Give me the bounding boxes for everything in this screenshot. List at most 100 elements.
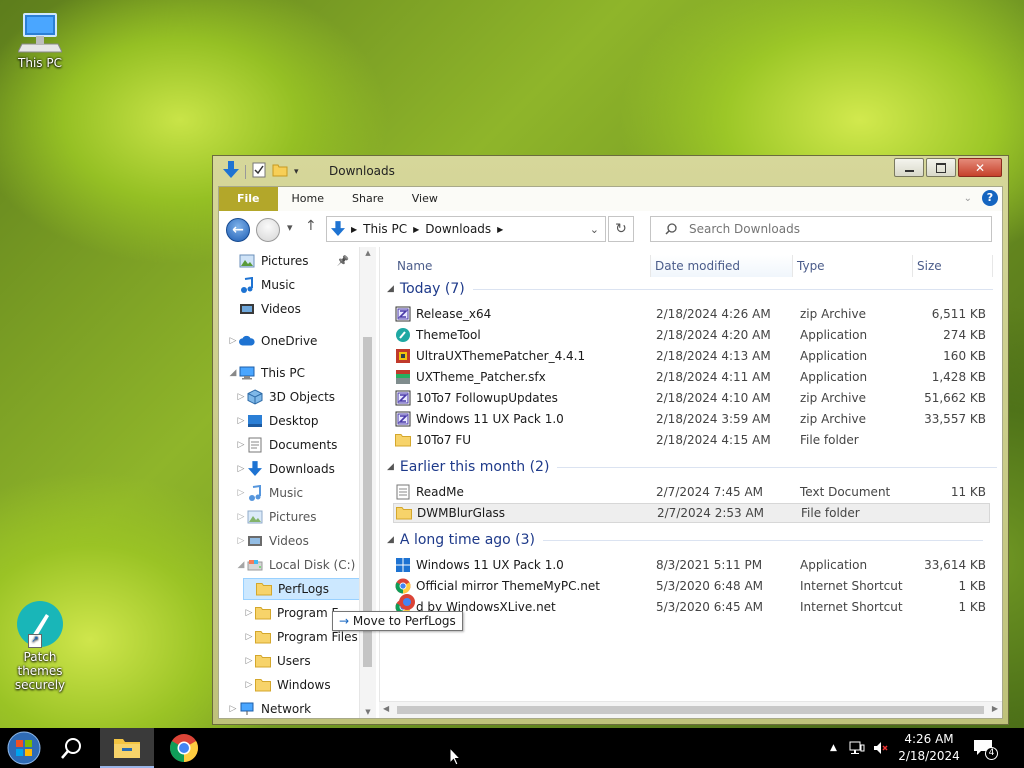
expand-arrow-icon[interactable]: ▷ [243, 608, 255, 618]
column-header-date-modified[interactable]: Date modified [651, 255, 793, 277]
file-row[interactable]: Release_x64 2/18/2024 4:26 AM zip Archive 6… [393, 304, 990, 324]
nav-item-downloads[interactable]: ▷ Downloads [235, 458, 335, 480]
expand-arrow-icon[interactable]: ▷ [235, 488, 247, 498]
file-row[interactable]: ThemeTool 2/18/2024 4:20 AM Application 274… [393, 325, 990, 345]
qat-dropdown-icon[interactable]: ▾ [294, 167, 299, 177]
address-dropdown-icon[interactable]: ⌄ [590, 223, 599, 236]
nav-item-pictures[interactable]: Pictures 📌 [227, 250, 349, 272]
search-input[interactable] [687, 221, 991, 237]
clock[interactable]: 4:26 AM 2/18/2024 [890, 731, 968, 765]
start-button[interactable] [4, 728, 44, 768]
expand-arrow-icon[interactable]: ▷ [243, 680, 255, 690]
file-explorer-taskbar-button[interactable] [100, 728, 154, 768]
expand-arrow-icon[interactable]: ▷ [227, 336, 239, 346]
nav-item-local-disk-c[interactable]: ◢ Local Disk (C:) [235, 554, 356, 576]
file-row[interactable]: Windows 11 UX Pack 1.0 8/3/2021 5:11 PM Ap… [393, 555, 990, 575]
breadcrumb-separator-icon[interactable]: ▶ [413, 225, 419, 234]
file-row[interactable]: Windows 11 UX Pack 1.0 2/18/2024 3:59 AM z… [393, 409, 990, 429]
desktop-icon-this-pc[interactable]: This PC [0, 10, 80, 70]
expand-arrow-icon[interactable]: ▷ [235, 392, 247, 402]
recent-locations-icon[interactable]: ▾ [287, 221, 293, 234]
search-taskbar-button[interactable] [52, 728, 92, 768]
up-arrow-icon[interactable]: ↑ [305, 218, 317, 234]
breadcrumb-downloads[interactable]: Downloads [425, 222, 491, 236]
column-header-name[interactable]: Name [393, 255, 651, 277]
nav-item-videos[interactable]: ▷ Videos [235, 530, 309, 552]
close-button[interactable]: ✕ [958, 158, 1002, 177]
network-icon[interactable] [849, 741, 865, 755]
nav-item-pictures[interactable]: ▷ Pictures [235, 506, 317, 528]
nav-item-music[interactable]: Music [227, 274, 295, 296]
nav-item-onedrive[interactable]: ▷ OneDrive [227, 330, 318, 352]
tab-share[interactable]: Share [338, 187, 398, 211]
help-icon[interactable]: ? [982, 190, 998, 206]
collapse-arrow-icon[interactable]: ◢ [227, 368, 239, 378]
file-row[interactable]: d by WindowsXLive.net 5/3/2020 6:45 AM Int… [393, 597, 990, 617]
scroll-right-icon[interactable]: ▶ [992, 704, 998, 713]
horizontal-scrollbar[interactable]: ◀ ▶ [379, 701, 1002, 718]
file-row[interactable]: ReadMe 2/7/2024 7:45 AM Text Document 11 KB [393, 482, 990, 502]
forward-button[interactable] [256, 218, 280, 242]
breadcrumb-separator-icon[interactable]: ▶ [497, 225, 503, 234]
scroll-down-icon[interactable]: ▼ [360, 708, 376, 716]
file-row[interactable]: 10To7 FU 2/18/2024 4:15 AM File folder [393, 430, 990, 450]
properties-icon[interactable] [252, 162, 266, 181]
title-bar[interactable]: ▾ Downloads ✕ [213, 156, 1008, 186]
group-header[interactable]: ◢ Earlier this month (2) [387, 457, 998, 477]
tab-view[interactable]: View [398, 187, 452, 211]
nav-item-desktop[interactable]: ▷ Desktop [235, 410, 319, 432]
nav-item-documents[interactable]: ▷ Documents [235, 434, 337, 456]
expand-arrow-icon[interactable]: ▷ [235, 416, 247, 426]
column-header-type[interactable]: Type [793, 255, 913, 277]
expand-arrow-icon[interactable]: ▷ [235, 536, 247, 546]
expand-arrow-icon[interactable]: ▷ [235, 440, 247, 450]
collapse-group-icon[interactable]: ◢ [387, 284, 394, 294]
scroll-up-icon[interactable]: ▲ [360, 249, 376, 257]
address-bar[interactable]: ▶ This PC ▶ Downloads ▶ ⌄ [326, 216, 606, 242]
nav-item-music[interactable]: ▷ Music [235, 482, 303, 504]
breadcrumb-this-pc[interactable]: This PC [363, 222, 407, 236]
column-header-size[interactable]: Size [913, 255, 993, 277]
expand-ribbon-icon[interactable]: ⌄ [964, 193, 972, 204]
group-header[interactable]: ◢ Today (7) [387, 279, 993, 299]
back-button[interactable]: ← [226, 218, 250, 242]
expand-arrow-icon[interactable]: ▷ [227, 704, 239, 714]
expand-arrow-icon[interactable]: ▷ [235, 464, 247, 474]
show-hidden-icons-icon[interactable]: ▲ [830, 743, 837, 753]
download-arrow-icon[interactable] [223, 161, 239, 182]
scroll-thumb[interactable] [397, 706, 984, 714]
minimize-button[interactable] [894, 158, 924, 177]
expand-arrow-icon[interactable]: ▷ [235, 512, 247, 522]
file-row[interactable]: Official mirror ThemeMyPC.net 5/3/2020 6:… [393, 576, 990, 596]
expand-arrow-icon[interactable]: ▷ [243, 656, 255, 666]
nav-pane-scrollbar[interactable]: ▲ ▼ [359, 247, 376, 718]
file-row[interactable]: UXTheme_Patcher.sfx 2/18/2024 4:11 AM Appl… [393, 367, 990, 387]
tab-file[interactable]: File [219, 187, 278, 211]
desktop-icon-patch-themes[interactable]: ↗ Patch themes securely [0, 600, 80, 692]
nav-item-this-pc[interactable]: ◢ This PC [227, 362, 305, 384]
nav-item-users[interactable]: ▷ Users [243, 650, 311, 672]
collapse-group-icon[interactable]: ◢ [387, 535, 394, 545]
group-header[interactable]: ◢ A long time ago (3) [387, 530, 984, 550]
file-row[interactable]: 10To7 FollowupUpdates 2/18/2024 4:10 AM zi… [393, 388, 990, 408]
new-folder-icon[interactable] [272, 162, 288, 181]
collapse-group-icon[interactable]: ◢ [387, 462, 394, 472]
chrome-taskbar-button[interactable] [162, 728, 206, 768]
breadcrumb-separator-icon[interactable]: ▶ [351, 225, 357, 234]
maximize-button[interactable] [926, 158, 956, 177]
search-box[interactable] [650, 216, 992, 242]
volume-muted-icon[interactable] [873, 741, 889, 755]
expand-arrow-icon[interactable]: ▷ [243, 632, 255, 642]
file-row[interactable]: DWMBlurGlass 2/7/2024 2:53 AM File folder [393, 503, 990, 523]
nav-item-network[interactable]: ▷ Network [227, 698, 312, 718]
collapse-arrow-icon[interactable]: ◢ [235, 560, 247, 570]
nav-item-3d-objects[interactable]: ▷ 3D Objects [235, 386, 335, 408]
nav-item-videos[interactable]: Videos [227, 298, 301, 320]
tab-home[interactable]: Home [278, 187, 338, 211]
nav-item-program-f[interactable]: ▷ Program F [243, 602, 339, 624]
scroll-left-icon[interactable]: ◀ [383, 704, 389, 713]
nav-item-windows[interactable]: ▷ Windows [243, 674, 331, 696]
refresh-button[interactable]: ↻ [608, 216, 634, 242]
file-row[interactable]: UltraUXThemePatcher_4.4.1 2/18/2024 4:13 … [393, 346, 990, 366]
action-center-button[interactable]: 4 [968, 728, 998, 768]
